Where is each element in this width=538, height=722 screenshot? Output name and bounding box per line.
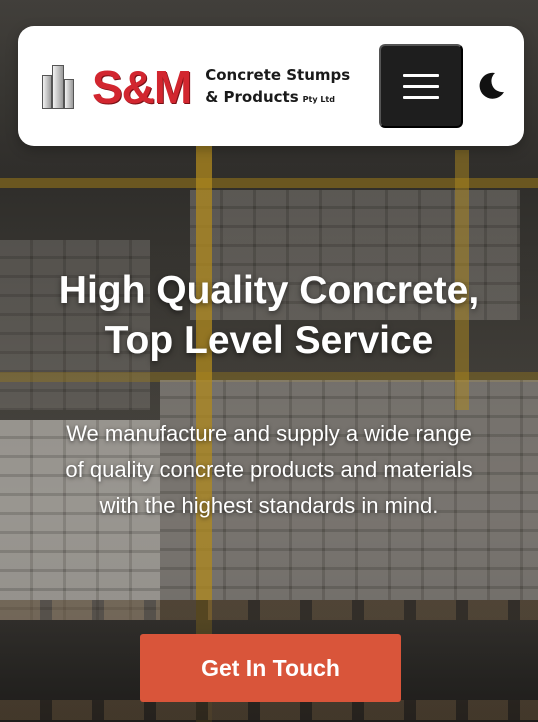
hamburger-menu-icon-bar <box>403 95 439 99</box>
logo-line-2: & Products Pty Ltd <box>205 86 350 111</box>
get-in-touch-button[interactable]: Get In Touch <box>140 634 401 702</box>
logo-tagline: Concrete Stumps & Products Pty Ltd <box>205 64 350 111</box>
hero-subtitle: We manufacture and supply a wide range o… <box>65 421 473 518</box>
logo-brand-text: S&M <box>92 61 192 113</box>
hero-title-line-1: High Quality Concrete, <box>58 269 480 312</box>
logo-line-1: Concrete Stumps <box>205 65 351 84</box>
hamburger-menu-icon-bar <box>403 73 439 77</box>
hero-title: High Quality Concrete, Top Level Service <box>20 266 518 366</box>
logo-line-2-text: & Products <box>205 87 299 106</box>
hero-title-line-2: Top Level Service <box>104 319 434 362</box>
concrete-stumps-logo-icon <box>42 65 76 109</box>
site-header: S&M Concrete Stumps & Products Pty Ltd <box>18 26 524 146</box>
hamburger-menu-icon-bar <box>403 84 439 88</box>
site-logo[interactable]: S&M Concrete Stumps & Products Pty Ltd <box>42 62 362 112</box>
dark-mode-toggle[interactable] <box>475 70 507 102</box>
moon-icon <box>479 72 504 99</box>
logo-pty-ltd: Pty Ltd <box>302 94 335 104</box>
hamburger-menu-button[interactable] <box>379 44 463 128</box>
